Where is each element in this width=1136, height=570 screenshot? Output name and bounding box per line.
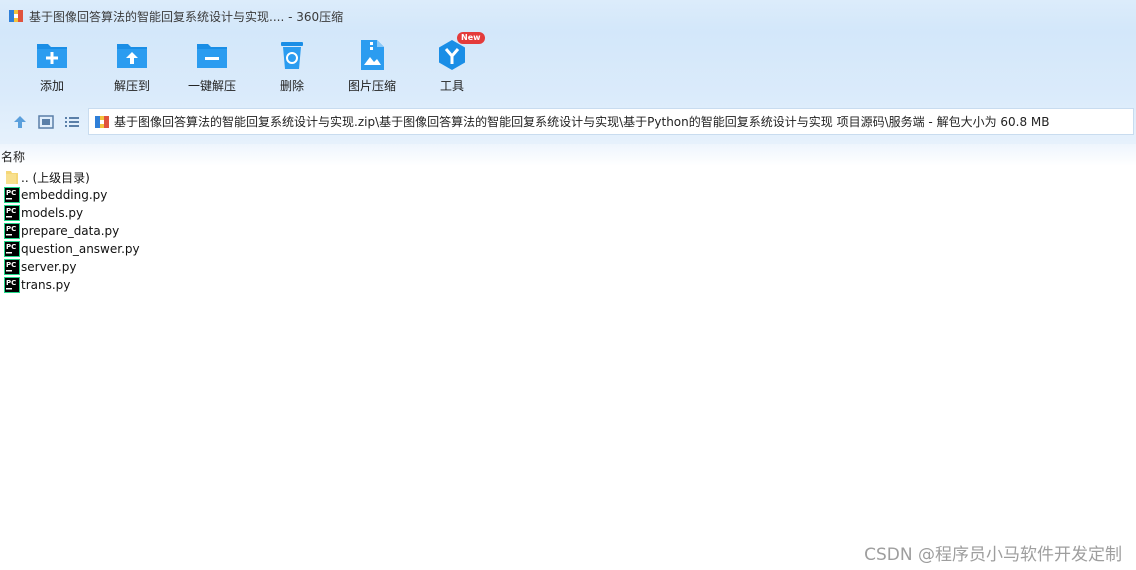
image-compress-icon [361, 40, 384, 70]
up-arrow-icon[interactable] [11, 113, 29, 131]
one-click-extract-icon [197, 44, 227, 68]
list-item-name: .. (上级目录) [21, 170, 90, 185]
list-item[interactable]: PC server.py [0, 258, 1136, 276]
list-item-name: question_answer.py [21, 242, 140, 256]
svg-text:PC: PC [6, 279, 16, 287]
list-item[interactable]: PC trans.py [0, 276, 1136, 294]
list-item[interactable]: PC prepare_data.py [0, 222, 1136, 240]
svg-text:PC: PC [6, 189, 16, 197]
tools-icon-wrap: New [435, 32, 485, 72]
folder-icon [6, 171, 18, 184]
zip-archive-icon [95, 115, 109, 128]
delete-button-label: 删除 [279, 79, 304, 93]
pycharm-file-icon: PC [4, 205, 20, 221]
one-click-extract-button-label: 一键解压 [187, 79, 236, 93]
list-item-name: prepare_data.py [21, 224, 120, 238]
pycharm-file-icon: PC [4, 187, 20, 203]
list-item[interactable]: .. (上级目录) [0, 168, 1136, 186]
list-item[interactable]: PC models.py [0, 204, 1136, 222]
svg-text:PC: PC [6, 261, 16, 269]
window-title: 基于图像回答算法的智能回复系统设计与实现.... - 360压缩 [29, 9, 344, 24]
delete-button[interactable]: 删除 [252, 38, 332, 98]
one-click-extract-button[interactable]: 一键解压 [172, 38, 252, 98]
extract-to-button[interactable]: 解压到 [92, 38, 172, 98]
list-item[interactable]: PC question_answer.py [0, 240, 1136, 258]
extract-to-icon [117, 44, 147, 68]
svg-text:PC: PC [6, 225, 16, 233]
svg-text:PC: PC [6, 207, 16, 215]
svg-text:PC: PC [6, 243, 16, 251]
new-badge: New [457, 32, 485, 44]
list-item-name: embedding.py [21, 188, 108, 202]
thumbnail-view-icon[interactable] [37, 113, 55, 131]
list-item-name: server.py [21, 260, 77, 274]
delete-icon [281, 42, 303, 69]
list-item[interactable]: PC embedding.py [0, 186, 1136, 204]
list-view-icon[interactable] [63, 113, 81, 131]
add-icon [37, 44, 67, 68]
pycharm-file-icon: PC [4, 241, 20, 257]
list-header: 名称 [0, 144, 1136, 166]
pycharm-file-icon: PC [4, 259, 20, 275]
extract-to-button-label: 解压到 [113, 79, 150, 93]
pycharm-file-icon: PC [4, 223, 20, 239]
address-bar: 基于图像回答算法的智能回复系统设计与实现.zip\基于图像回答算法的智能回复系统… [0, 100, 1136, 144]
list-item-name: trans.py [21, 278, 71, 292]
toolbar: 添加 解压到 一键解压 删除 图片压缩 New 工具 [0, 32, 1136, 100]
image-compress-button[interactable]: 图片压缩 [332, 38, 412, 98]
path-field[interactable]: 基于图像回答算法的智能回复系统设计与实现.zip\基于图像回答算法的智能回复系统… [88, 108, 1134, 135]
file-list: .. (上级目录) PC embedding.py PC models.py P… [0, 168, 1136, 294]
title-bar: 基于图像回答算法的智能回复系统设计与实现.... - 360压缩 [0, 0, 1136, 32]
watermark: CSDN @程序员小马软件开发定制 [864, 545, 1122, 565]
add-button[interactable]: 添加 [12, 38, 92, 98]
tools-button[interactable]: New 工具 [412, 32, 492, 98]
image-compress-button-label: 图片压缩 [347, 79, 396, 93]
pycharm-file-icon: PC [4, 277, 20, 293]
list-item-name: models.py [21, 206, 84, 220]
path-text: 基于图像回答算法的智能回复系统设计与实现.zip\基于图像回答算法的智能回复系统… [114, 115, 1050, 129]
archive-app-icon [9, 10, 23, 22]
column-header-name[interactable]: 名称 [1, 148, 25, 165]
add-button-label: 添加 [39, 79, 64, 93]
tools-button-label: 工具 [439, 79, 464, 93]
